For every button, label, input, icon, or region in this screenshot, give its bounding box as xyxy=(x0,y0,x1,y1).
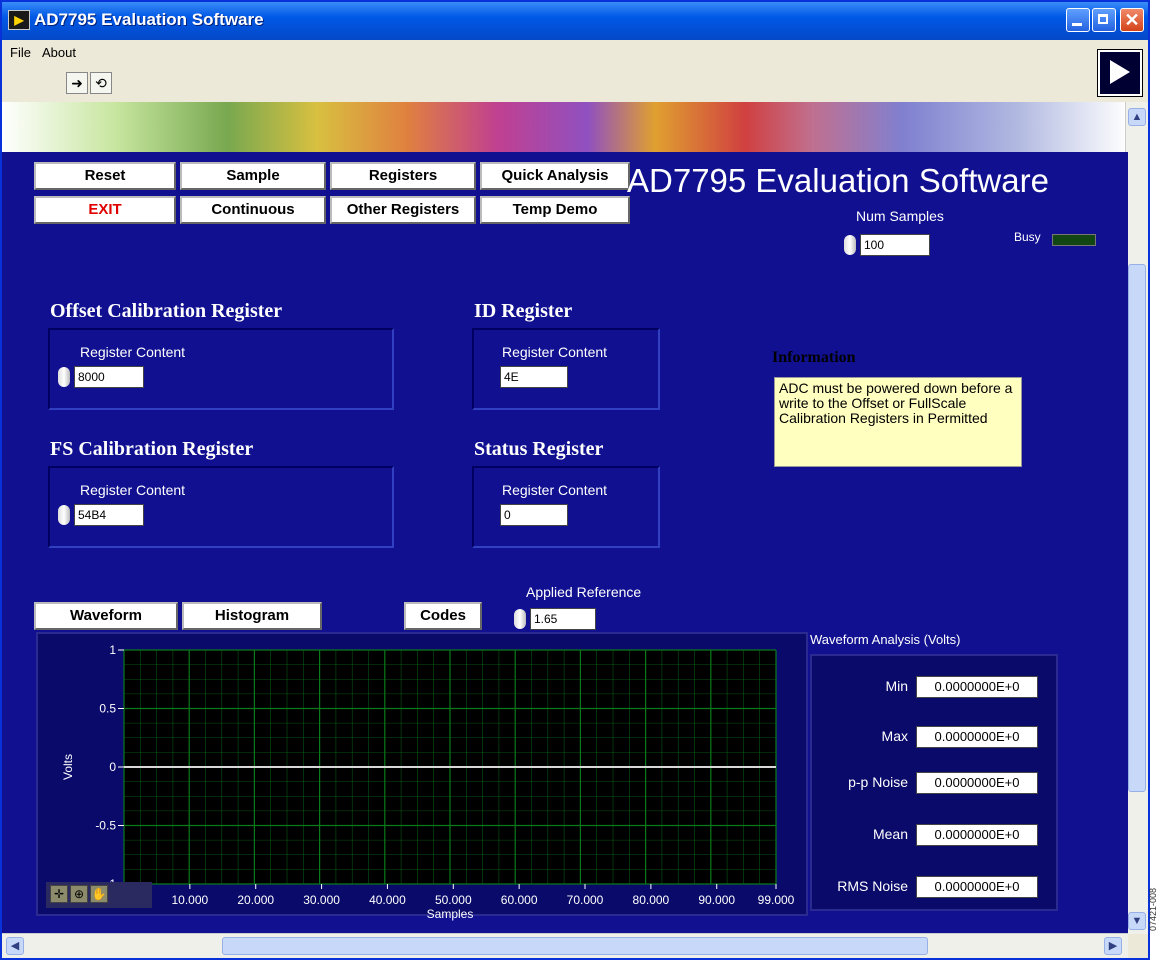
zoom-icon[interactable]: ⊕ xyxy=(70,885,88,903)
x-tick-label: 40.000 xyxy=(369,893,406,907)
x-tick-label: 60.000 xyxy=(501,893,538,907)
y-tick-label: 0.5 xyxy=(99,702,116,716)
registers-button[interactable]: Registers xyxy=(330,162,476,190)
information-text: ADC must be powered down before a write … xyxy=(774,377,1022,467)
x-tick-label: 50.000 xyxy=(435,893,472,907)
num-samples-label: Num Samples xyxy=(856,208,944,224)
pan-hand-icon[interactable]: ✋ xyxy=(90,885,108,903)
analysis-value-max: 0.0000000E+0 xyxy=(916,726,1038,748)
offset-calibration-title: Offset Calibration Register xyxy=(50,300,283,322)
analysis-label-rms-noise: RMS Noise xyxy=(837,878,908,894)
horizontal-scroll-thumb[interactable] xyxy=(222,937,928,955)
x-tick-label: 70.000 xyxy=(567,893,604,907)
x-tick-label: 99.000 xyxy=(758,893,795,907)
quick-analysis-button[interactable]: Quick Analysis xyxy=(480,162,630,190)
status-register-box: Register Content 0 xyxy=(472,466,660,548)
minimize-icon[interactable] xyxy=(1066,8,1090,32)
temp-demo-button[interactable]: Temp Demo xyxy=(480,196,630,224)
continuous-button[interactable]: Continuous xyxy=(180,196,326,224)
applied-reference-label: Applied Reference xyxy=(526,584,642,600)
run-arrow-icon[interactable]: ➜ xyxy=(66,72,88,94)
close-icon[interactable]: ✕ xyxy=(1120,8,1144,32)
brand-banner xyxy=(2,102,1128,152)
toolbar: ➜ ⟲ xyxy=(2,66,1148,102)
scroll-down-icon[interactable]: ▼ xyxy=(1128,912,1146,930)
y-tick-label: -0.5 xyxy=(95,819,116,833)
status-content-label: Register Content xyxy=(502,482,608,498)
id-content-label: Register Content xyxy=(502,344,608,360)
y-tick-label: 1 xyxy=(109,643,116,657)
offset-content-input[interactable]: 8000 xyxy=(74,366,144,388)
vertical-scroll-thumb[interactable] xyxy=(1128,264,1146,792)
figure-code: 07421-008 xyxy=(1148,888,1158,932)
status-register-title: Status Register xyxy=(474,438,604,460)
fs-content-input[interactable]: 54B4 xyxy=(74,504,144,526)
other-registers-button[interactable]: Other Registers xyxy=(330,196,476,224)
graph-palette: ✛ ⊕ ✋ xyxy=(46,882,152,908)
page-title: AD7795 Evaluation Software xyxy=(627,162,1049,199)
x-tick-label: 30.000 xyxy=(303,893,340,907)
menu-file[interactable]: File xyxy=(10,45,31,60)
analysis-value-rms-noise: 0.0000000E+0 xyxy=(916,876,1038,898)
horizontal-scrollbar[interactable]: ◀ ▶ xyxy=(2,933,1128,958)
app-window: ▶ AD7795 Evaluation Software ✕ File Abou… xyxy=(0,0,1150,960)
exit-button[interactable]: EXIT xyxy=(34,196,176,224)
analysis-value-min: 0.0000000E+0 xyxy=(916,676,1038,698)
sample-button[interactable]: Sample xyxy=(180,162,326,190)
app-icon: ▶ xyxy=(8,10,30,30)
fs-content-label: Register Content xyxy=(80,482,186,498)
maximize-icon[interactable] xyxy=(1092,8,1116,32)
id-register-title: ID Register xyxy=(474,300,573,322)
scroll-left-icon[interactable]: ◀ xyxy=(6,937,24,955)
analysis-label-mean: Mean xyxy=(872,826,908,842)
reset-button[interactable]: Reset xyxy=(34,162,176,190)
x-tick-label: 90.000 xyxy=(698,893,735,907)
busy-indicator xyxy=(1052,234,1096,246)
scroll-up-icon[interactable]: ▲ xyxy=(1128,108,1146,126)
information-title: Information xyxy=(772,349,856,366)
analysis-label-pp-noise: p-p Noise xyxy=(848,774,908,790)
window-title: AD7795 Evaluation Software xyxy=(34,10,264,29)
y-tick-label: 0 xyxy=(109,760,116,774)
y-axis-label: Volts xyxy=(61,754,75,780)
analysis-title: Waveform Analysis (Volts) xyxy=(810,632,961,647)
x-tick-label: 80.000 xyxy=(633,893,670,907)
analysis-value-mean: 0.0000000E+0 xyxy=(916,824,1038,846)
id-content-value: 4E xyxy=(500,366,568,388)
num-samples-stepper[interactable] xyxy=(844,235,856,255)
offset-stepper[interactable] xyxy=(58,367,70,387)
crosshair-icon[interactable]: ✛ xyxy=(50,885,68,903)
x-axis-label: Samples xyxy=(427,907,474,921)
menu-about[interactable]: About xyxy=(42,45,76,60)
offset-calibration-box: Register Content 8000 xyxy=(48,328,394,410)
run-icon[interactable] xyxy=(1097,49,1143,97)
x-tick-label: 20.000 xyxy=(237,893,274,907)
fs-calibration-box: Register Content 54B4 xyxy=(48,466,394,548)
menu-bar: File About xyxy=(2,40,1148,66)
x-tick-label: 10.000 xyxy=(172,893,209,907)
id-register-box: Register Content 4E xyxy=(472,328,660,410)
analysis-label-min: Min xyxy=(885,678,908,694)
waveform-chart[interactable]: 10.50-0.5-10.00010.00020.00030.00040.000… xyxy=(2,622,802,922)
offset-content-label: Register Content xyxy=(80,344,186,360)
analysis-value-pp-noise: 0.0000000E+0 xyxy=(916,772,1038,794)
fs-stepper[interactable] xyxy=(58,505,70,525)
num-samples-input[interactable]: 100 xyxy=(860,234,930,256)
scroll-right-icon[interactable]: ▶ xyxy=(1104,937,1122,955)
title-bar[interactable]: ▶ AD7795 Evaluation Software ✕ xyxy=(2,2,1148,40)
run-continuously-icon[interactable]: ⟲ xyxy=(90,72,112,94)
fs-calibration-title: FS Calibration Register xyxy=(50,438,254,460)
status-content-value: 0 xyxy=(500,504,568,526)
analysis-label-max: Max xyxy=(881,728,908,744)
busy-label: Busy xyxy=(1014,230,1041,244)
vertical-scrollbar[interactable]: ▲ ▼ xyxy=(1125,102,1148,934)
